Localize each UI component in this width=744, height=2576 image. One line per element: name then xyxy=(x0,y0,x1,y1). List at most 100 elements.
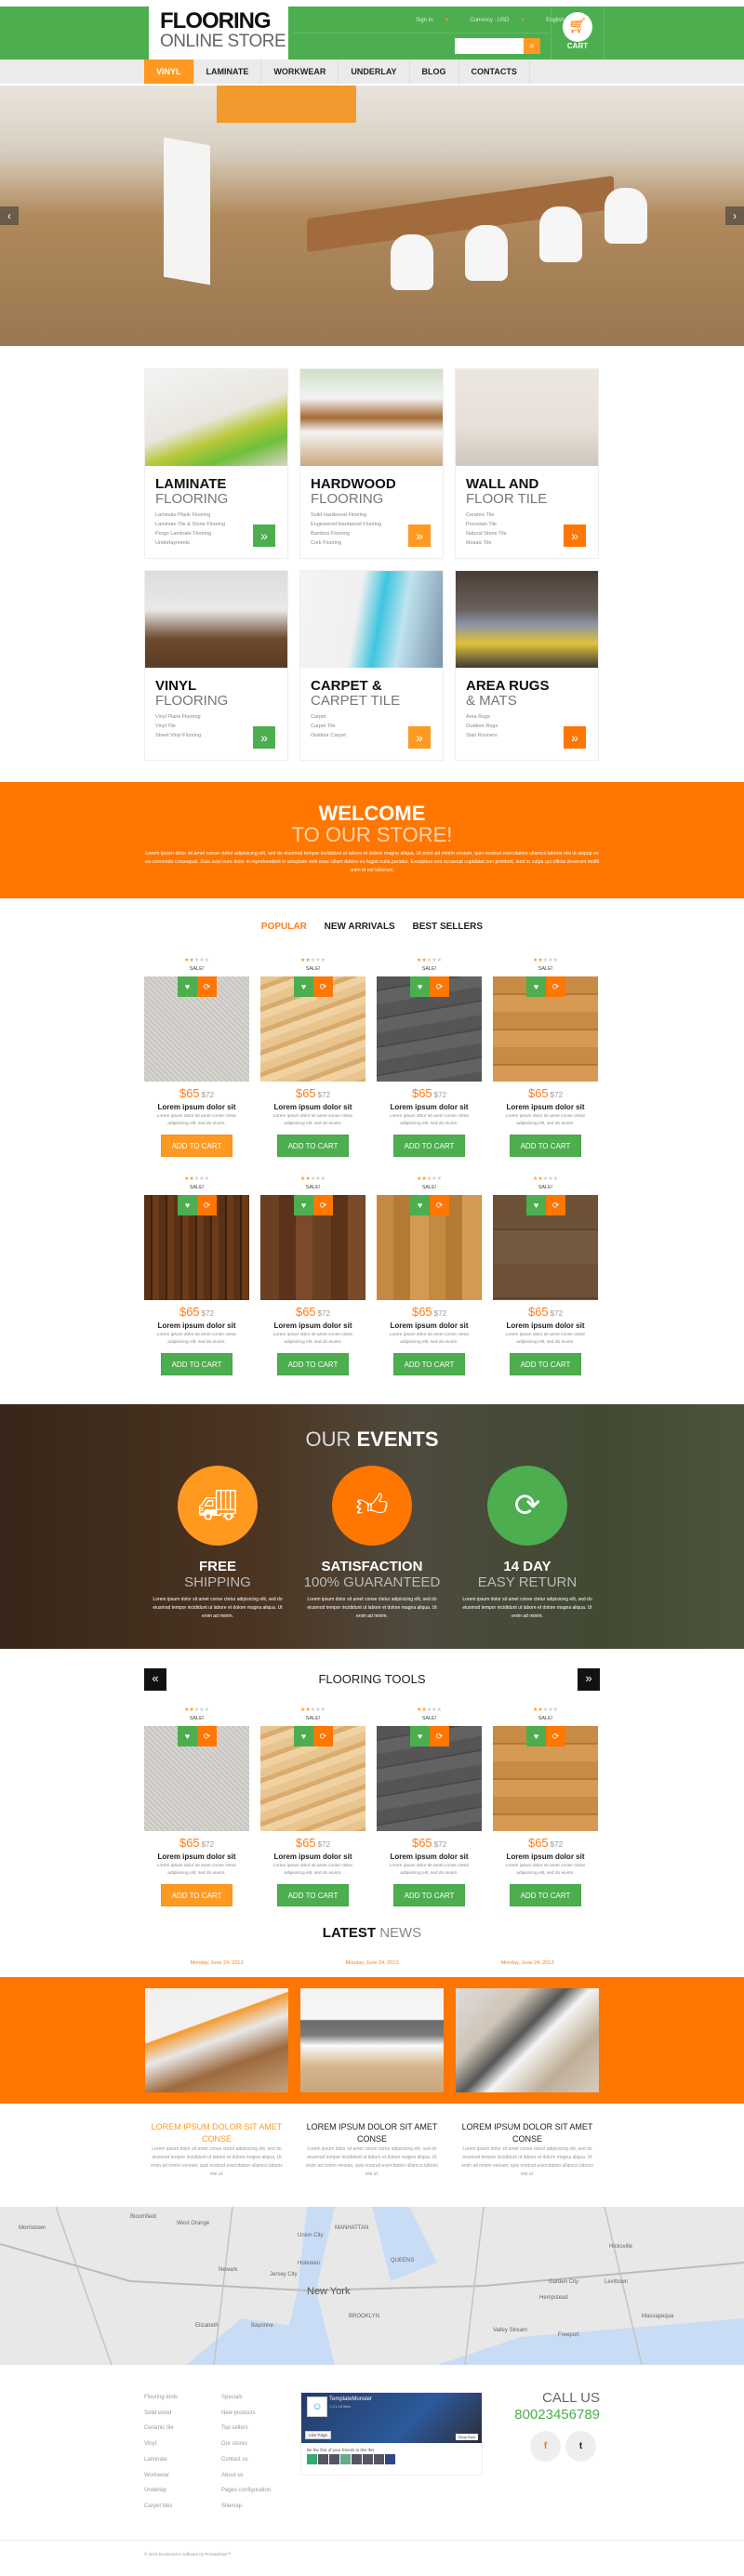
wishlist-button[interactable]: ♥ xyxy=(178,976,197,997)
carousel-next-button[interactable]: » xyxy=(578,1668,600,1691)
sign-in-link[interactable]: Sign In ▾ xyxy=(416,18,458,23)
product-image[interactable]: ♥ ⟳ xyxy=(377,1195,482,1300)
phone-number[interactable]: 80023456789 xyxy=(507,2408,600,2423)
product-name[interactable]: Lorem ipsum dolor sit xyxy=(377,1102,482,1112)
product-name[interactable]: Lorem ipsum dolor sit xyxy=(260,1321,365,1331)
category-link[interactable]: Area Rugs xyxy=(466,712,598,722)
compare-button[interactable]: ⟳ xyxy=(197,976,217,997)
footer-link[interactable]: Workwear xyxy=(144,2468,178,2484)
category-go-button[interactable]: » xyxy=(253,524,275,547)
category-go-button[interactable]: » xyxy=(408,524,431,547)
product-name[interactable]: Lorem ipsum dolor sit xyxy=(493,1102,598,1112)
product-name[interactable]: Lorem ipsum dolor sit xyxy=(493,1321,598,1331)
map[interactable]: Morristown Bloomfield West Orange Newark Jer… xyxy=(0,2207,744,2365)
news-item-title[interactable]: LOREM IPSUM DOLOR SIT AMET CONSE xyxy=(302,2121,442,2145)
compare-button[interactable]: ⟳ xyxy=(197,1195,217,1215)
wishlist-button[interactable]: ♥ xyxy=(178,1726,197,1746)
category-link[interactable]: Ceramic Tile xyxy=(466,511,598,520)
wishlist-button[interactable]: ♥ xyxy=(294,1726,313,1746)
add-to-cart-button[interactable]: ADD TO CART xyxy=(510,1884,581,1906)
twitter-icon[interactable]: t xyxy=(565,2431,596,2462)
facebook-page-name[interactable]: TemplateMonster xyxy=(329,2397,372,2402)
compare-button[interactable]: ⟳ xyxy=(430,976,449,997)
compare-button[interactable]: ⟳ xyxy=(546,1195,565,1215)
product-name[interactable]: Lorem ipsum dolor sit xyxy=(493,1852,598,1862)
footer-link[interactable]: Solid wood xyxy=(144,2406,178,2422)
category-go-button[interactable]: » xyxy=(408,726,431,749)
news-image[interactable] xyxy=(300,1988,444,2092)
tab-new-arrivals[interactable]: NEW ARRIVALS xyxy=(325,922,395,932)
product-image[interactable]: ♥ ⟳ xyxy=(260,976,365,1082)
wishlist-button[interactable]: ♥ xyxy=(178,1195,197,1215)
footer-link[interactable]: New products xyxy=(221,2406,271,2422)
compare-button[interactable]: ⟳ xyxy=(546,1726,565,1746)
compare-button[interactable]: ⟳ xyxy=(430,1726,449,1746)
tab-best-sellers[interactable]: BEST SELLERS xyxy=(413,922,484,932)
nav-item-vinyl[interactable]: VINYL xyxy=(144,60,194,84)
category-image[interactable] xyxy=(456,571,598,668)
nav-item-workwear[interactable]: WORKWEAR xyxy=(261,60,339,84)
wishlist-button[interactable]: ♥ xyxy=(294,976,313,997)
product-image[interactable]: ♥ ⟳ xyxy=(144,976,249,1082)
add-to-cart-button[interactable]: ADD TO CART xyxy=(277,1884,349,1906)
footer-link[interactable]: Pages configuration xyxy=(221,2483,271,2499)
wishlist-button[interactable]: ♥ xyxy=(526,976,546,997)
wishlist-button[interactable]: ♥ xyxy=(526,1195,546,1215)
product-name[interactable]: Lorem ipsum dolor sit xyxy=(377,1321,482,1331)
product-image[interactable]: ♥ ⟳ xyxy=(260,1726,365,1831)
category-link[interactable]: Laminate Plank Flooring xyxy=(155,511,287,520)
footer-link[interactable]: Contact us xyxy=(221,2452,271,2468)
add-to-cart-button[interactable]: ADD TO CART xyxy=(161,1135,232,1157)
product-image[interactable]: ♥ ⟳ xyxy=(493,1726,598,1831)
wishlist-button[interactable]: ♥ xyxy=(410,1726,430,1746)
logo[interactable]: FLOORING ONLINE STORE xyxy=(149,7,288,60)
product-name[interactable]: Lorem ipsum dolor sit xyxy=(144,1102,249,1112)
footer-link[interactable]: Ceramic tile xyxy=(144,2421,178,2437)
news-image[interactable] xyxy=(145,1988,288,2092)
footer-link[interactable]: Top sellers xyxy=(221,2421,271,2437)
add-to-cart-button[interactable]: ADD TO CART xyxy=(510,1135,581,1157)
cart-button[interactable]: 🛒︎ CART xyxy=(551,7,604,60)
hero-prev-button[interactable]: ‹ xyxy=(0,206,19,225)
add-to-cart-button[interactable]: ADD TO CART xyxy=(161,1884,232,1906)
category-image[interactable] xyxy=(456,369,598,466)
category-image[interactable] xyxy=(145,369,287,466)
add-to-cart-button[interactable]: ADD TO CART xyxy=(277,1353,349,1375)
product-name[interactable]: Lorem ipsum dolor sit xyxy=(260,1852,365,1862)
compare-button[interactable]: ⟳ xyxy=(313,1195,333,1215)
footer-link[interactable]: Vinyl xyxy=(144,2437,178,2452)
footer-link[interactable]: Flooring tools xyxy=(144,2390,178,2406)
search-button[interactable]: ⌕ xyxy=(524,38,540,54)
category-image[interactable] xyxy=(145,571,287,668)
category-image[interactable] xyxy=(300,369,443,466)
category-link[interactable]: Carpet xyxy=(311,712,443,722)
wishlist-button[interactable]: ♥ xyxy=(410,976,430,997)
compare-button[interactable]: ⟳ xyxy=(546,976,565,997)
compare-button[interactable]: ⟳ xyxy=(197,1726,217,1746)
product-name[interactable]: Lorem ipsum dolor sit xyxy=(377,1852,482,1862)
compare-button[interactable]: ⟳ xyxy=(313,1726,333,1746)
product-name[interactable]: Lorem ipsum dolor sit xyxy=(144,1852,249,1862)
footer-link[interactable]: Sitemap xyxy=(221,2499,271,2515)
add-to-cart-button[interactable]: ADD TO CART xyxy=(393,1884,465,1906)
product-name[interactable]: Lorem ipsum dolor sit xyxy=(144,1321,249,1331)
product-image[interactable]: ♥ ⟳ xyxy=(377,976,482,1082)
compare-button[interactable]: ⟳ xyxy=(313,976,333,997)
shop-now-button[interactable]: Shop Now xyxy=(455,2434,478,2440)
footer-link[interactable]: Specials xyxy=(221,2390,271,2406)
product-name[interactable]: Lorem ipsum dolor sit xyxy=(260,1102,365,1112)
nav-item-laminate[interactable]: LAMINATE xyxy=(194,60,262,84)
category-go-button[interactable]: » xyxy=(564,524,586,547)
product-image[interactable]: ♥ ⟳ xyxy=(260,1195,365,1300)
footer-link[interactable]: Carpet tiles xyxy=(144,2499,178,2515)
wishlist-button[interactable]: ♥ xyxy=(294,1195,313,1215)
tab-popular[interactable]: POPULAR xyxy=(261,922,307,932)
product-image[interactable]: ♥ ⟳ xyxy=(493,1195,598,1300)
wishlist-button[interactable]: ♥ xyxy=(526,1726,546,1746)
like-page-button[interactable]: Like Page xyxy=(305,2431,332,2439)
category-go-button[interactable]: » xyxy=(253,726,275,749)
product-image[interactable]: ♥ ⟳ xyxy=(493,976,598,1082)
nav-item-contacts[interactable]: CONTACTS xyxy=(459,60,530,84)
product-image[interactable]: ♥ ⟳ xyxy=(144,1726,249,1831)
add-to-cart-button[interactable]: ADD TO CART xyxy=(277,1135,349,1157)
